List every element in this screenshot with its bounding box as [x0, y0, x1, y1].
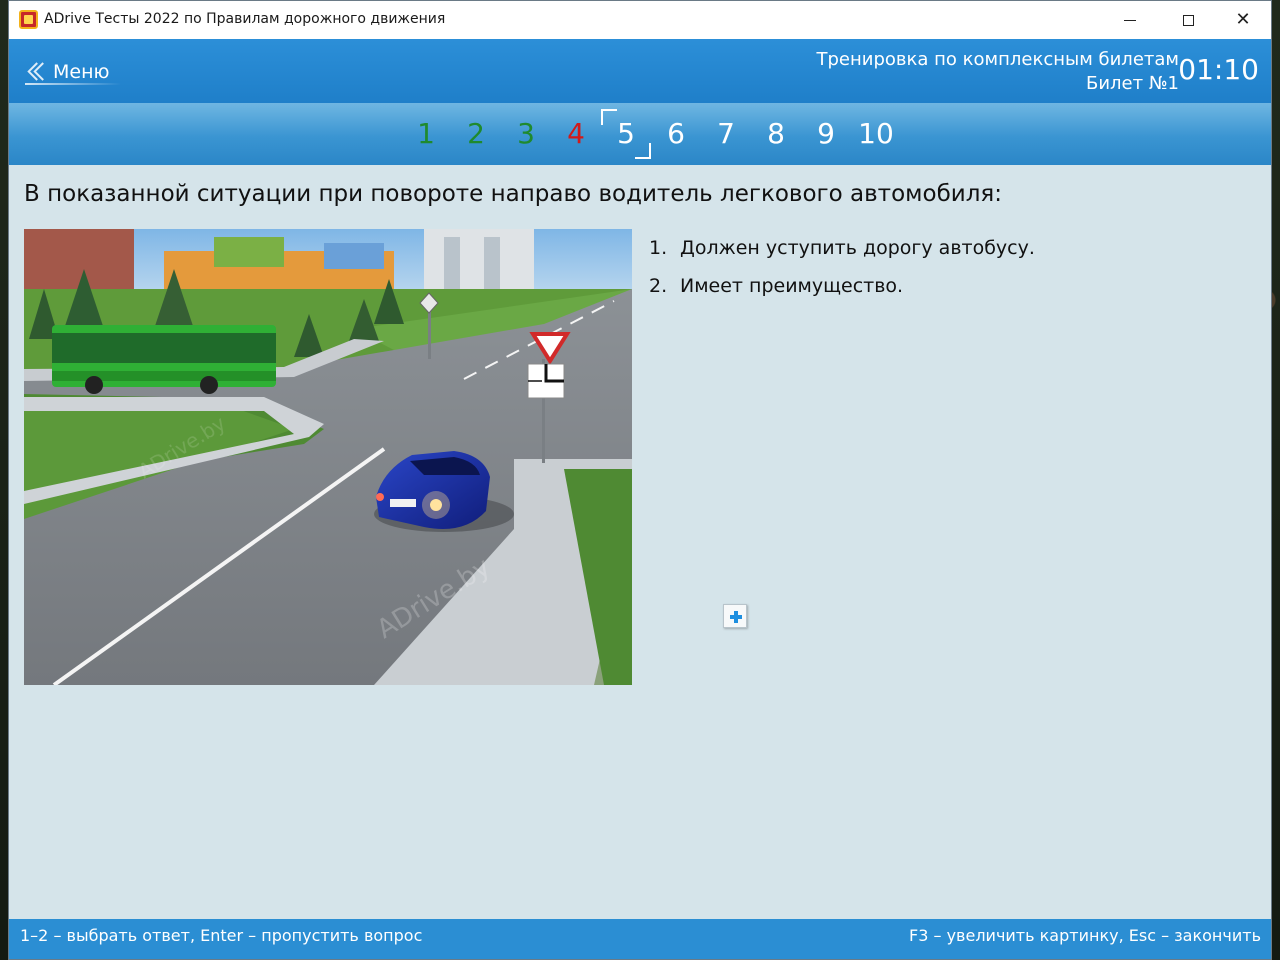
question-nav-item-5[interactable]: 5: [601, 109, 651, 159]
close-button[interactable]: ✕: [1214, 1, 1271, 39]
status-bar: 1–2 – выбрать ответ, Enter – пропустить …: [9, 919, 1271, 959]
answer-text: Должен уступить дорогу автобусу.: [680, 237, 1035, 259]
question-text: В показанной ситуации при повороте напра…: [24, 181, 1002, 207]
app-window: ADrive Тесты 2022 по Правилам дорожного …: [8, 0, 1272, 960]
app-logo-icon: [19, 10, 38, 29]
road-scene-illustration: ADrive.by ADrive.by: [24, 229, 632, 685]
ticket-label: Билет №1: [1085, 73, 1179, 94]
question-nav-bar: 1 2 3 4 5 6 7 8 9 10: [9, 103, 1271, 165]
question-nav-item-1[interactable]: 1: [401, 113, 451, 155]
minimize-button[interactable]: [1101, 1, 1159, 39]
answer-number: 1.: [649, 237, 668, 259]
status-hint-left: 1–2 – выбрать ответ, Enter – пропустить …: [20, 926, 423, 945]
title-bar: ADrive Тесты 2022 по Правилам дорожного …: [9, 1, 1271, 39]
answer-list: 1. Должен уступить дорогу автобусу. 2. Имее…: [649, 229, 1249, 305]
mode-title: Тренировка по комплексным билетам: [816, 49, 1179, 70]
maximize-icon: [1182, 14, 1194, 26]
menu-label: Меню: [53, 61, 110, 83]
zoom-image-button[interactable]: [723, 604, 747, 628]
question-nav-item-4[interactable]: 4: [551, 113, 601, 155]
timer: 01:10: [1178, 53, 1259, 86]
minimize-icon: [1124, 19, 1136, 21]
session-info: Тренировка по комплексным билетам Билет …: [817, 48, 1179, 96]
maximize-button[interactable]: [1159, 1, 1217, 39]
question-nav-item-3[interactable]: 3: [501, 113, 551, 155]
question-nav: 1 2 3 4 5 6 7 8 9 10: [401, 109, 901, 159]
answer-number: 2.: [649, 275, 668, 297]
window-title: ADrive Тесты 2022 по Правилам дорожного …: [44, 11, 446, 27]
answer-option-2[interactable]: 2. Имеет преимущество.: [649, 267, 1249, 305]
answer-text: Имеет преимущество.: [680, 275, 904, 297]
app-header: Меню Тренировка по комплексным билетам Б…: [9, 39, 1271, 103]
menu-underline: [25, 83, 121, 85]
status-hint-right: F3 – увеличить картинку, Esc – закончить: [909, 926, 1261, 945]
question-image[interactable]: ADrive.by ADrive.by: [24, 229, 632, 685]
answer-option-1[interactable]: 1. Должен уступить дорогу автобусу.: [649, 229, 1249, 267]
question-nav-item-8[interactable]: 8: [751, 113, 801, 155]
question-nav-item-10[interactable]: 10: [851, 113, 901, 155]
question-nav-item-2[interactable]: 2: [451, 113, 501, 155]
back-chevron-icon: [25, 60, 49, 84]
question-nav-item-9[interactable]: 9: [801, 113, 851, 155]
close-icon: ✕: [1235, 9, 1251, 30]
question-nav-item-6[interactable]: 6: [651, 113, 701, 155]
question-nav-item-7[interactable]: 7: [701, 113, 751, 155]
